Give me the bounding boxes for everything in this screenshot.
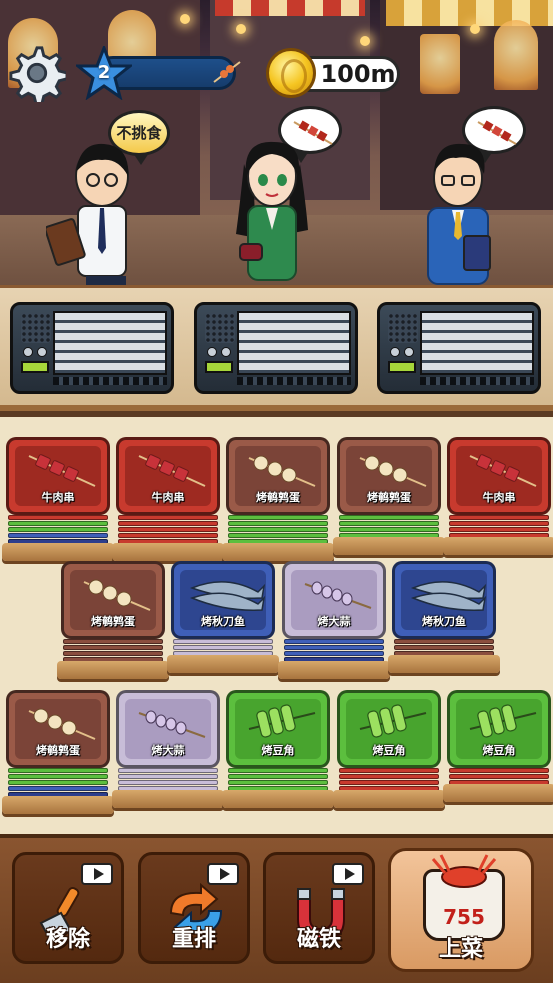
tile-stack[interactable]: 烤秋刀鱼 (167, 561, 279, 685)
speaker-icon (205, 313, 235, 343)
garlic-skewer-tile[interactable]: 烤大蒜 (116, 690, 220, 768)
machine-status-light (388, 361, 416, 373)
quail-egg-skewer-tile[interactable]: 烤鹌鹑蛋 (6, 690, 110, 768)
shuffle-button[interactable]: 重排 (138, 852, 250, 964)
green-bean-skewer-tile[interactable]: 烤豆角 (226, 690, 330, 768)
serve-label: 上菜 (438, 937, 483, 962)
street-scene: 2 100m 不挑食 (0, 0, 553, 285)
video-ad-icon (332, 863, 364, 885)
order-machine-shelf (0, 285, 553, 411)
crayfish-icon (431, 854, 497, 888)
customer-1-avatar[interactable] (46, 136, 146, 285)
serve-button[interactable]: 755 上菜 (388, 848, 534, 972)
tile-stack[interactable]: 烤鹌鹑蛋 (2, 690, 114, 814)
order-machine-3 (377, 302, 541, 394)
tile-stack[interactable]: 烤鹌鹑蛋 (222, 437, 334, 561)
customer-2-avatar[interactable] (226, 134, 316, 285)
video-ad-icon (81, 863, 113, 885)
serve-count: 755 (443, 905, 485, 929)
gear-icon[interactable] (8, 44, 66, 102)
order-slot-display (53, 311, 167, 375)
order-slot-display (237, 311, 351, 375)
customer-3-avatar[interactable] (414, 136, 504, 285)
tile-stack[interactable]: 牛肉串 (2, 437, 114, 561)
saury-fish-tile[interactable]: 烤秋刀鱼 (171, 561, 275, 639)
beef-skewer-tile[interactable]: 牛肉串 (6, 437, 110, 515)
quail-egg-skewer-tile[interactable]: 烤鹌鹑蛋 (61, 561, 165, 639)
level-number: 2 (97, 62, 111, 83)
saury-fish-tile[interactable]: 烤秋刀鱼 (392, 561, 496, 639)
tile-stack[interactable]: 烤豆角 (333, 690, 445, 814)
remove-button[interactable]: 移除 (12, 852, 124, 964)
tile-stack[interactable]: 烤豆角 (222, 690, 334, 814)
tile-stack[interactable]: 烤秋刀鱼 (388, 561, 500, 685)
order-machine-1 (10, 302, 174, 394)
green-bean-skewer-tile[interactable]: 烤豆角 (337, 690, 441, 768)
tile-stack[interactable]: 烤大蒜 (278, 561, 390, 685)
order-slot-display (420, 311, 534, 375)
coin-icon (266, 48, 316, 98)
magnet-button[interactable]: 磁铁 (263, 852, 375, 964)
beef-skewer-tile[interactable]: 牛肉串 (447, 437, 551, 515)
video-ad-icon (207, 863, 239, 885)
tile-stack[interactable]: 烤鹌鹑蛋 (333, 437, 445, 561)
machine-status-light (205, 361, 233, 373)
tile-stack-grid: 牛肉串 牛肉串 烤鹌鹑蛋 烤鹌鹑蛋 牛肉串 烤鹌鹑蛋 烤秋刀鱼 烤大蒜 烤秋刀鱼… (0, 417, 553, 834)
machine-status-light (21, 361, 49, 373)
coin-amount: 100m (320, 60, 396, 88)
garlic-skewer-tile[interactable]: 烤大蒜 (282, 561, 386, 639)
speaker-icon (388, 313, 418, 343)
quail-egg-skewer-tile[interactable]: 烤鹌鹑蛋 (337, 437, 441, 515)
tile-stack[interactable]: 牛肉串 (443, 437, 553, 561)
tile-stack[interactable]: 烤鹌鹑蛋 (57, 561, 169, 685)
skewer-icon (213, 61, 241, 83)
speaker-icon (21, 313, 51, 343)
tile-stack[interactable]: 牛肉串 (112, 437, 224, 561)
order-machine-2 (194, 302, 358, 394)
powerup-bar: 移除 重排 磁铁 755 上菜 (0, 834, 553, 983)
tile-stack[interactable]: 烤豆角 (443, 690, 553, 814)
quail-egg-skewer-tile[interactable]: 烤鹌鹑蛋 (226, 437, 330, 515)
tile-stack[interactable]: 烤大蒜 (112, 690, 224, 814)
green-bean-skewer-tile[interactable]: 烤豆角 (447, 690, 551, 768)
beef-skewer-tile[interactable]: 牛肉串 (116, 437, 220, 515)
